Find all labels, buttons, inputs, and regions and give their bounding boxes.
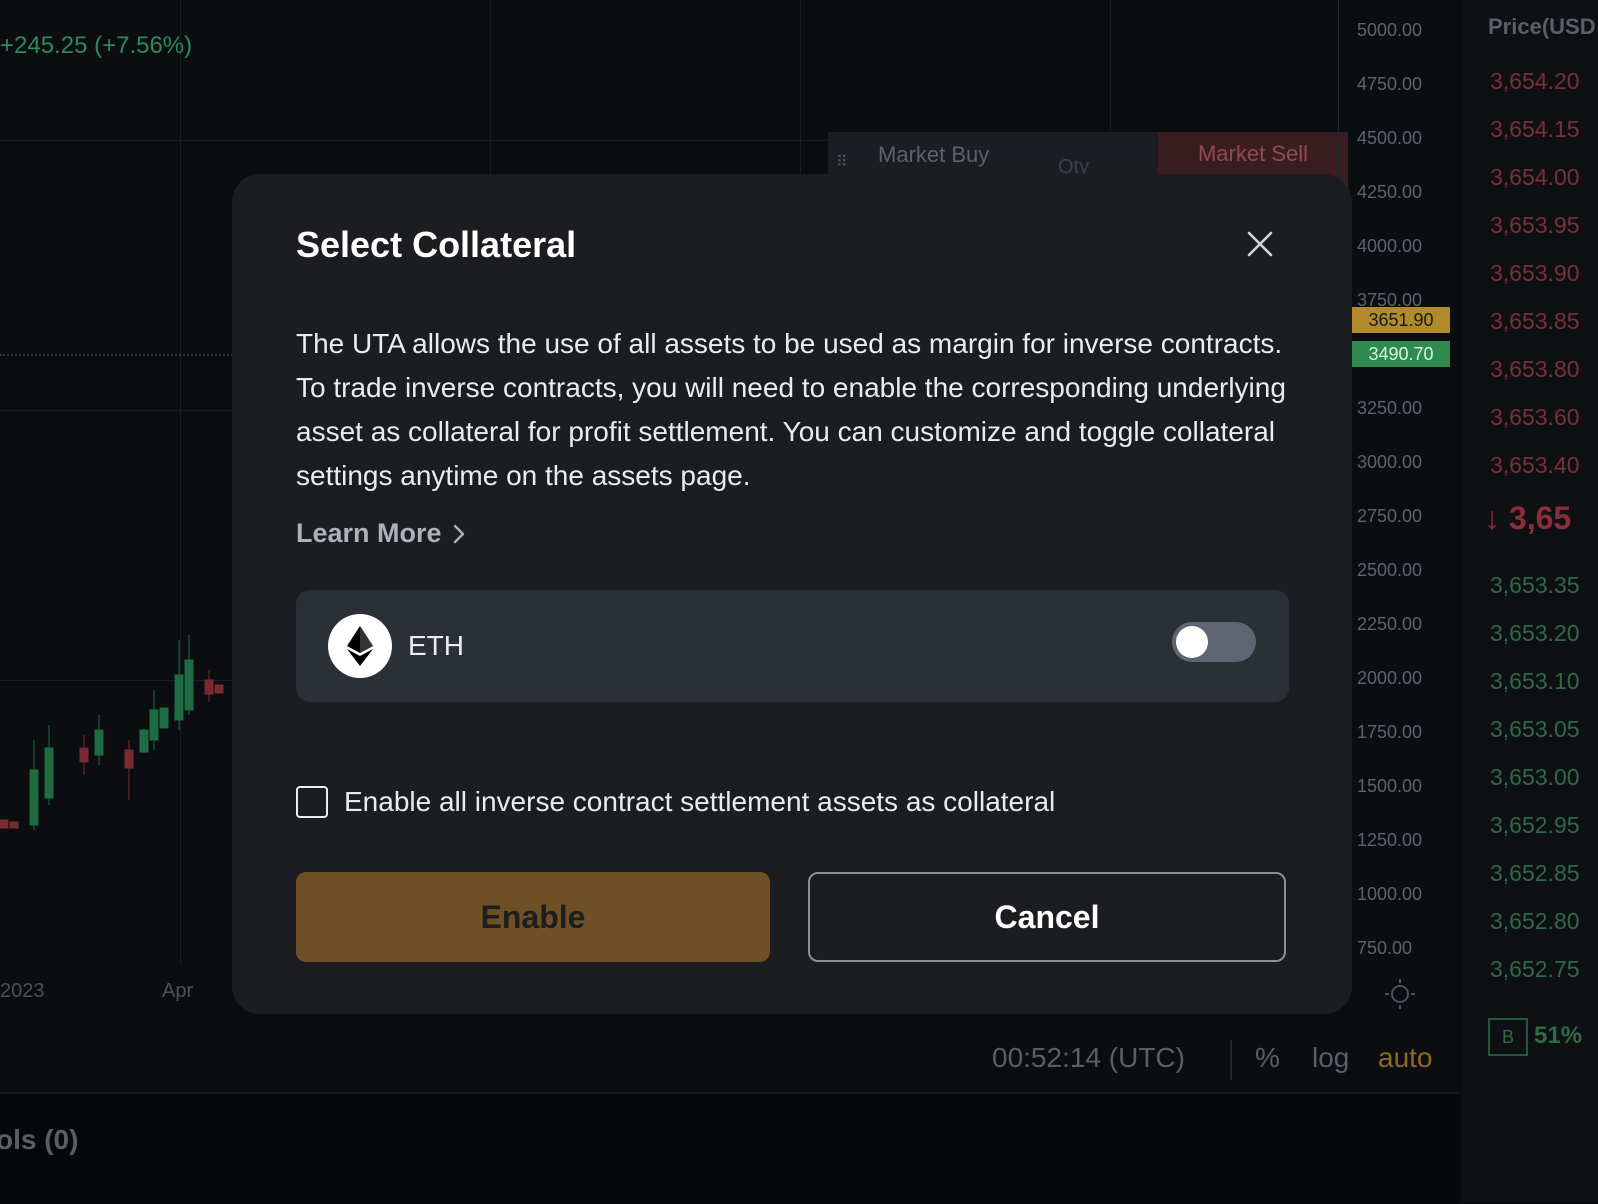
- collateral-asset-row: ETH: [296, 590, 1289, 702]
- time-axis-tick: Apr: [162, 980, 194, 1002]
- ask-row[interactable]: 3,653.95: [1490, 212, 1580, 239]
- ask-row[interactable]: 3,653.90: [1490, 260, 1580, 287]
- enable-all-label[interactable]: Enable all inverse contract settlement a…: [344, 786, 1055, 818]
- bid-row[interactable]: 3,653.20: [1490, 620, 1580, 647]
- axis-tick: 3000.00: [1357, 452, 1423, 472]
- buy-ratio-value: 51%: [1534, 1022, 1583, 1049]
- axis-tick: 1000.00: [1357, 884, 1423, 904]
- current-price-tag: 3651.90: [1352, 307, 1450, 333]
- arrow-down-icon: ↓: [1484, 500, 1500, 536]
- cancel-button[interactable]: Cancel: [808, 872, 1286, 962]
- percent-scale-button[interactable]: %: [1255, 1042, 1280, 1074]
- mark-price-tag: 3490.70: [1352, 341, 1450, 367]
- divider: [1230, 1040, 1232, 1080]
- ask-row[interactable]: 3,653.40: [1490, 452, 1580, 479]
- ask-row[interactable]: 3,654.00: [1490, 164, 1580, 191]
- last-price: ↓ 3,65: [1484, 500, 1571, 537]
- toggle-knob: [1176, 626, 1208, 658]
- learn-more-label: Learn More: [296, 518, 442, 548]
- axis-tick: 1500.00: [1357, 776, 1423, 796]
- last-price-value: 3,65: [1508, 500, 1572, 536]
- close-icon[interactable]: [1242, 226, 1278, 262]
- auto-scale-button[interactable]: auto: [1378, 1042, 1433, 1074]
- axis-tick: 4750.00: [1357, 74, 1423, 94]
- market-buy-button[interactable]: Market Buy: [878, 142, 989, 168]
- eth-collateral-toggle[interactable]: [1172, 622, 1256, 662]
- bid-row[interactable]: 3,652.85: [1490, 860, 1580, 887]
- bid-row[interactable]: 3,652.95: [1490, 812, 1580, 839]
- enable-button[interactable]: Enable: [296, 872, 770, 962]
- axis-tick: 1250.00: [1357, 830, 1423, 850]
- price-change: +245.25 (+7.56%): [0, 32, 193, 59]
- ask-row[interactable]: 3,653.85: [1490, 308, 1580, 335]
- ask-row[interactable]: 3,654.20: [1490, 68, 1580, 95]
- log-scale-button[interactable]: log: [1312, 1042, 1349, 1074]
- ask-row[interactable]: 3,654.15: [1490, 116, 1580, 143]
- candlestick-series: [0, 635, 224, 830]
- ask-row[interactable]: 3,653.80: [1490, 356, 1580, 383]
- axis-tick: 1750.00: [1357, 722, 1423, 742]
- bid-row[interactable]: 3,652.80: [1490, 908, 1580, 935]
- axis-tick: 2750.00: [1357, 506, 1423, 526]
- axis-tick: 4000.00: [1357, 236, 1423, 256]
- axis-tick: 750.00: [1357, 938, 1413, 958]
- axis-tick: 5000.00: [1357, 20, 1423, 40]
- eth-icon: [328, 614, 392, 678]
- bid-row[interactable]: 3,653.35: [1490, 572, 1580, 599]
- chevron-right-icon: [453, 524, 464, 543]
- price-axis: 5000.00 4750.00 4500.00 4250.00 4000.00 …: [1338, 0, 1461, 965]
- bid-row[interactable]: 3,652.75: [1490, 956, 1580, 983]
- axis-tick: 4500.00: [1357, 128, 1423, 148]
- axis-tick: 2000.00: [1357, 668, 1423, 688]
- buy-ratio-badge: B: [1488, 1018, 1528, 1056]
- ask-row[interactable]: 3,653.60: [1490, 404, 1580, 431]
- dialog-description: The UTA allows the use of all assets to …: [296, 328, 1286, 491]
- tab-tools[interactable]: ols (0): [0, 1124, 78, 1156]
- chart-settings-icon[interactable]: [1384, 978, 1416, 1010]
- learn-more-link[interactable]: Learn More: [296, 518, 466, 549]
- enable-all-option: Enable all inverse contract settlement a…: [296, 786, 1055, 818]
- time-axis-tick: 2023: [0, 980, 45, 1002]
- bottom-panel: ols (0): [0, 1092, 1460, 1204]
- utc-clock: 00:52:14 (UTC): [992, 1042, 1185, 1073]
- orderbook-price-header: Price(USD: [1488, 14, 1596, 39]
- bid-row[interactable]: 3,653.05: [1490, 716, 1580, 743]
- axis-tick: 2250.00: [1357, 614, 1423, 634]
- axis-tick: 4250.00: [1357, 182, 1423, 202]
- enable-all-checkbox[interactable]: [296, 786, 328, 818]
- asset-name: ETH: [408, 630, 464, 661]
- bid-row[interactable]: 3,653.00: [1490, 764, 1580, 791]
- select-collateral-dialog: Select Collateral The UTA allows the use…: [232, 174, 1352, 1014]
- dialog-title: Select Collateral: [296, 224, 577, 265]
- drag-handle-icon[interactable]: ⠿: [836, 152, 848, 172]
- chart-toolbar: 00:52:14 (UTC) % log auto: [0, 1030, 1460, 1090]
- orderbook: Price(USD 3,654.20 3,654.15 3,654.00 3,6…: [1462, 0, 1598, 1202]
- axis-tick: 2500.00: [1357, 560, 1423, 580]
- axis-tick: 3250.00: [1357, 398, 1423, 418]
- bid-row[interactable]: 3,653.10: [1490, 668, 1580, 695]
